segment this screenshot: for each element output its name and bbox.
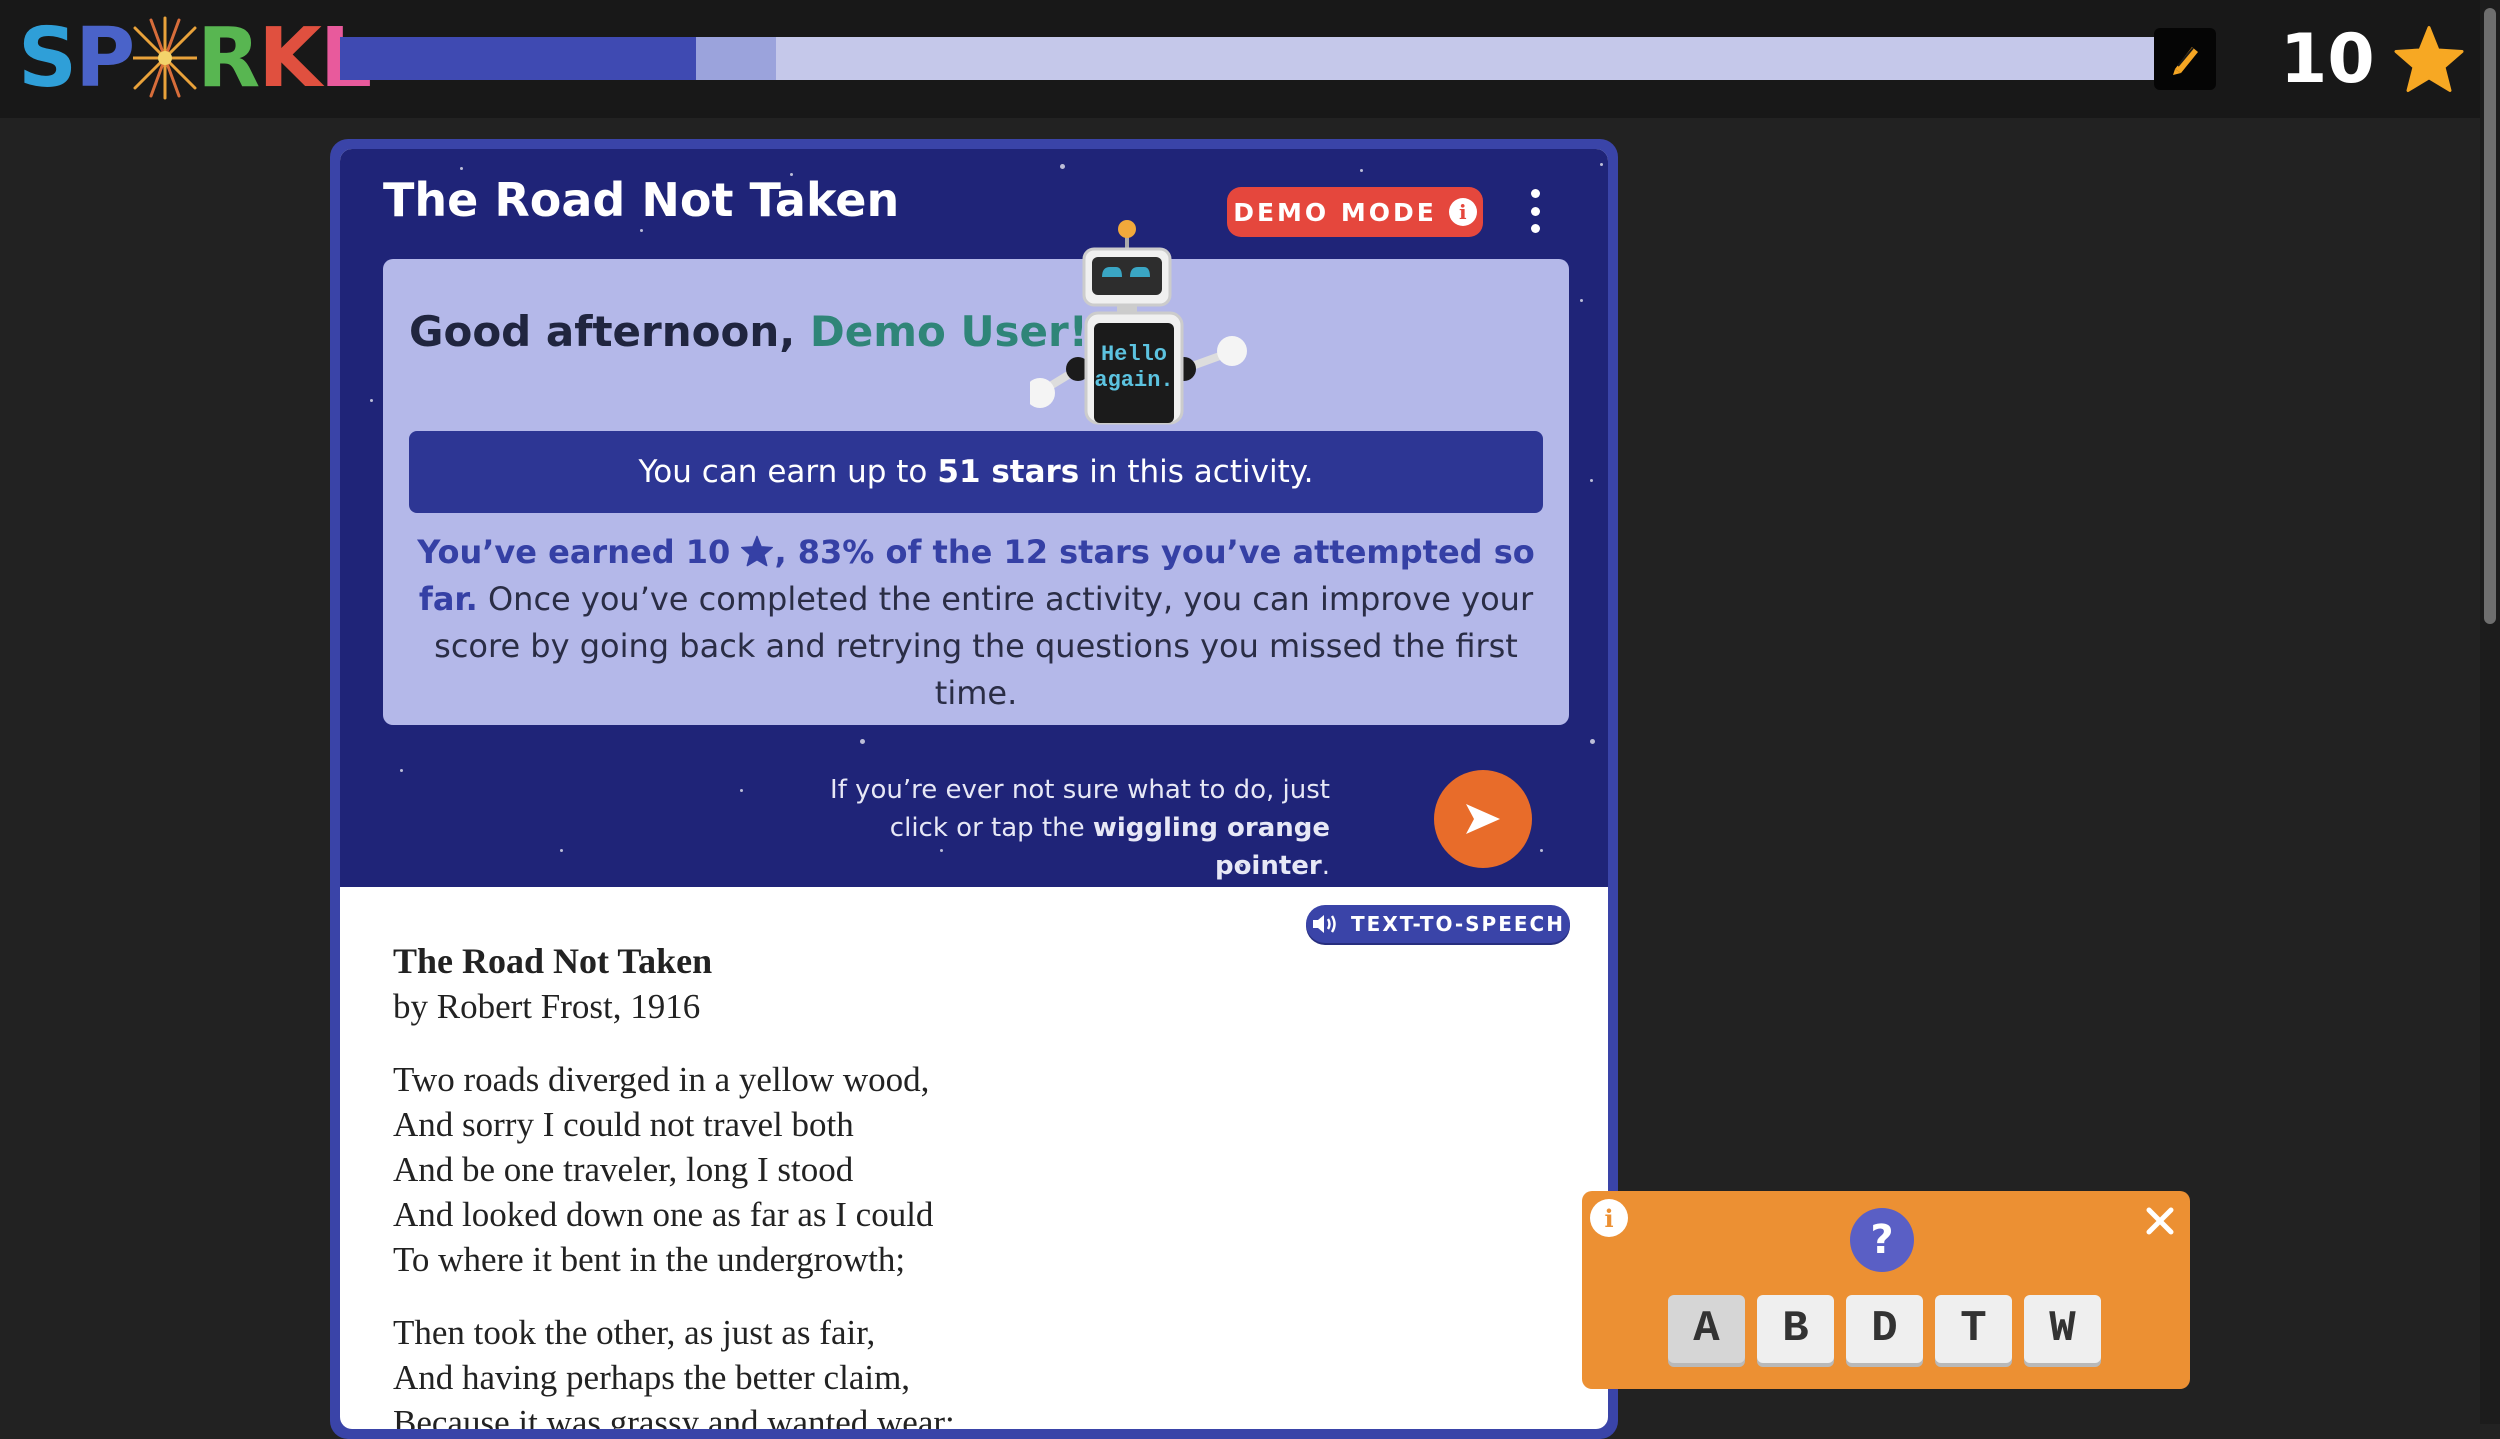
activity-card-inner: The Road Not Taken DEMO MODE i Good afte… — [340, 149, 1608, 1429]
poem-line: To where it bent in the undergrowth; — [393, 1240, 906, 1279]
speaker-icon — [1313, 915, 1336, 933]
progress-attempted — [695, 37, 776, 80]
help-button[interactable]: ? — [1850, 1208, 1914, 1272]
earn-before: You can earn up to — [638, 454, 928, 490]
letter-tile-t[interactable]: T — [1935, 1295, 2012, 1363]
poem-line: Because it was grassy and wanted wear; — [393, 1403, 955, 1429]
info-icon[interactable]: i — [1590, 1199, 1628, 1237]
earned-stars: You’ve earned 10 — [417, 533, 731, 571]
star-icon — [741, 535, 774, 567]
poem-line: And having perhaps the better claim, — [393, 1358, 911, 1397]
letter-tile-d[interactable]: D — [1846, 1295, 1923, 1363]
page-scrollbar[interactable] — [2480, 0, 2500, 1424]
star-count: 10 — [2280, 19, 2375, 99]
letter-tiles-widget: i ? A B D T W — [1582, 1191, 2190, 1389]
arrow-right-icon — [1466, 804, 1500, 834]
earn-after: in this activity. — [1089, 454, 1314, 490]
poem-stanza-2: Then took the other, as just as fair, An… — [393, 1310, 955, 1429]
poem-title: The Road Not Taken — [393, 941, 713, 981]
max-stars-banner: You can earn up to 51 stars in this acti… — [409, 431, 1543, 513]
earned-summary: You’ve earned 10 , 83% of the 12 stars y… — [409, 529, 1543, 717]
intro-panel: The Road Not Taken DEMO MODE i Good afte… — [340, 149, 1608, 887]
highlighter-icon — [2173, 47, 2198, 75]
letter-tile-a[interactable]: A — [1668, 1295, 1745, 1363]
hint-line-1: If you’re ever not sure what to do, just — [830, 775, 1330, 805]
info-icon[interactable]: i — [1448, 198, 1477, 226]
poem-line: Two roads diverged in a yellow wood, — [393, 1060, 930, 1099]
greeting-text: Good afternoon, Demo User! — [409, 307, 1088, 356]
sparkl-logo[interactable]: S P R K L — [18, 10, 372, 106]
robot-mascot: Hello again. — [1030, 220, 1247, 425]
logo-letter-k: K — [258, 10, 322, 106]
letter-tile-w[interactable]: W — [2024, 1295, 2101, 1363]
poem-line: And be one traveler, long I stood — [393, 1150, 854, 1189]
poem-line: And looked down one as far as I could — [393, 1195, 934, 1234]
scrollbar-thumb[interactable] — [2484, 8, 2496, 624]
poem-byline: by Robert Frost, 1916 — [393, 987, 701, 1026]
pointer-hint: If you’re ever not sure what to do, just… — [810, 771, 1330, 885]
activity-progress-bar — [340, 37, 2156, 80]
top-bar: S P R K L 10 — [0, 0, 2480, 118]
hint-period: . — [1321, 851, 1330, 881]
star-icon — [2394, 26, 2464, 92]
firework-icon — [133, 16, 198, 100]
progress-completed — [340, 37, 696, 80]
poem-text: The Road Not Taken by Robert Frost, 1916… — [393, 939, 955, 1429]
greeting-prefix: Good afternoon, — [409, 307, 810, 356]
poem-line: Then took the other, as just as fair, — [393, 1313, 876, 1352]
activity-card: The Road Not Taken DEMO MODE i Good afte… — [330, 139, 1618, 1439]
max-stars-value: 51 stars — [937, 454, 1080, 490]
robot-screen-line-1: Hello — [1101, 342, 1167, 367]
close-icon[interactable] — [2142, 1203, 2178, 1239]
robot-screen-line-2: again. — [1094, 368, 1173, 393]
tts-label: TEXT-TO-SPEECH — [1351, 912, 1565, 936]
greeting-panel: Good afternoon, Demo User! You can earn … — [383, 259, 1569, 725]
more-options-button[interactable] — [1520, 183, 1550, 239]
logo-letter-p: P — [75, 10, 135, 106]
logo-letter-s: S — [18, 10, 77, 106]
star-score: 10 — [2280, 14, 2465, 104]
earned-explanation: Once you’ve completed the entire activit… — [434, 580, 1534, 712]
poem-stanza-1: Two roads diverged in a yellow wood, And… — [393, 1057, 955, 1282]
poem-line: And sorry I could not travel both — [393, 1105, 854, 1144]
activity-title: The Road Not Taken — [383, 173, 900, 227]
text-to-speech-button[interactable]: TEXT-TO-SPEECH — [1306, 905, 1570, 943]
orange-pointer-button[interactable] — [1434, 770, 1532, 868]
letter-tile-b[interactable]: B — [1757, 1295, 1834, 1363]
hint-line-2: click or tap the wiggling orange pointer… — [810, 809, 1330, 885]
logo-letter-r: R — [197, 10, 260, 106]
highlighter-button[interactable] — [2154, 28, 2216, 90]
hint-emphasis: wiggling orange pointer — [1092, 813, 1330, 881]
letter-tiles: A B D T W — [1668, 1295, 2101, 1363]
hint-line-2-text: click or tap the — [889, 813, 1093, 843]
